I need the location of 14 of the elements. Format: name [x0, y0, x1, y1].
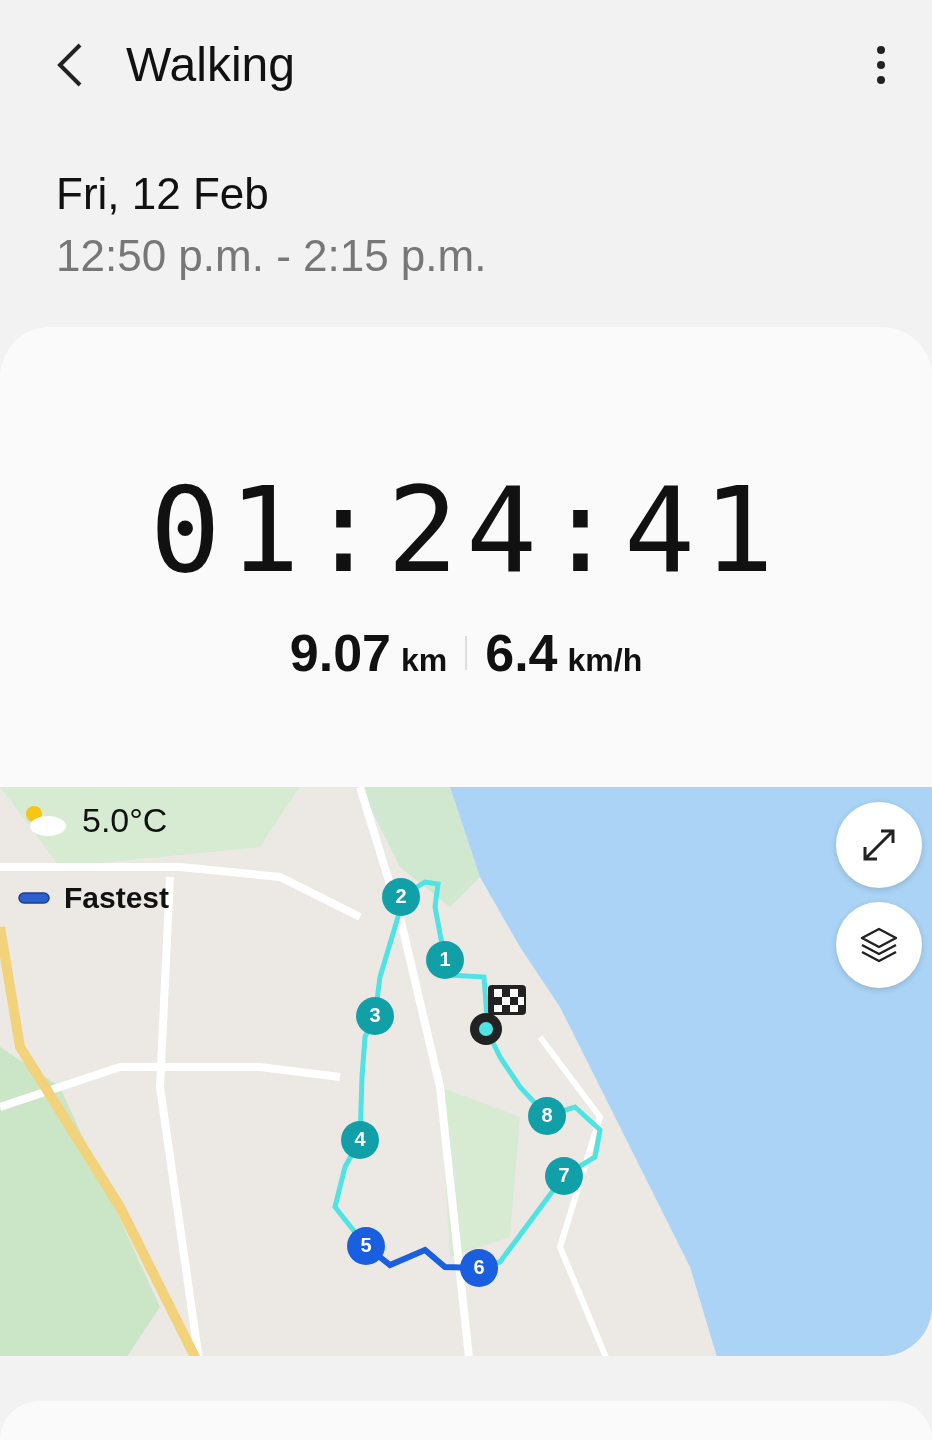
temperature-label: 5.0°C [82, 800, 168, 840]
session-time-range: 12:50 p.m. - 2:15 p.m. [56, 231, 488, 282]
distance-unit: km [401, 642, 448, 679]
legend-label: Fastest [64, 880, 170, 915]
session-date: Fri, 12 Feb [56, 169, 270, 220]
speed-unit: km/h [567, 642, 643, 679]
speed-value: 6.4 [485, 623, 558, 683]
page-title: Walking [126, 37, 296, 93]
duration-display: 01:24:41 [149, 461, 783, 599]
distance-value: 9.07 [289, 623, 391, 683]
layers-icon [859, 925, 899, 964]
back-icon [56, 42, 84, 87]
fastest-legend-icon [18, 891, 50, 904]
more-options-icon [876, 44, 886, 85]
